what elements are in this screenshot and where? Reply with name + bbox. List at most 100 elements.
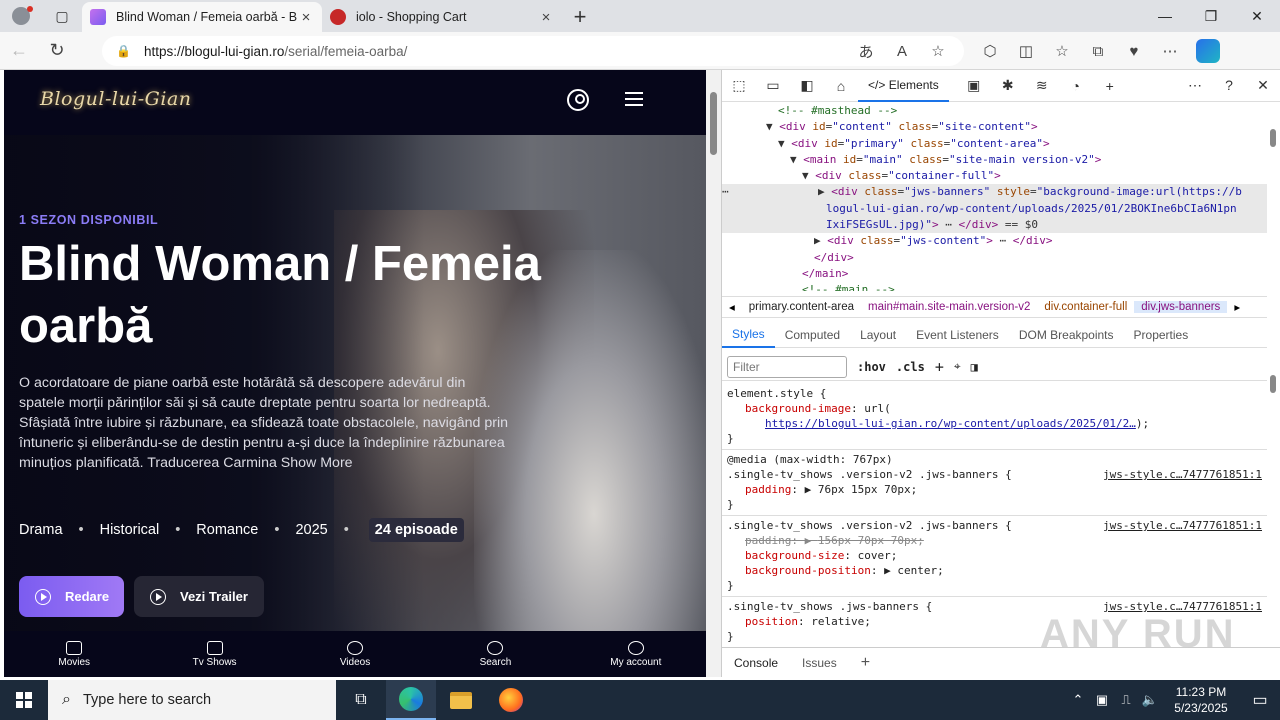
play-button[interactable]: Redare [19,576,124,617]
close-devtools-icon[interactable]: ✕ [1246,77,1280,94]
more-menu-icon[interactable]: ⋯ [1152,42,1188,60]
property-value[interactable]: url( [864,402,891,415]
tab-elements[interactable]: </> Elements [858,70,949,102]
site-logo[interactable]: Blogul-lui-Gian [40,88,192,110]
restore-icon[interactable]: ❐ [1188,0,1234,32]
crumb-scroll-right-icon[interactable]: ▸ [1227,300,1247,314]
crumb-scroll-left-icon[interactable]: ◂ [722,300,742,314]
task-view-icon[interactable]: ⧉ [336,680,386,720]
new-rule-icon[interactable]: + [935,358,944,376]
property-value[interactable]: 76px 15px 70px; [818,483,917,496]
network-icon[interactable]: ⎍ [1114,692,1138,708]
dom-node[interactable]: ▼ <div class="container-full"> [722,168,1267,184]
browser-essentials-icon[interactable]: ♥ [1116,43,1152,60]
dom-node[interactable]: ▼ <div id="content" class="site-content"… [722,119,1267,135]
split-screen-icon[interactable]: ◫ [1008,42,1044,60]
taskbar-search[interactable]: ⌕ Type here to search [48,680,336,720]
edge-taskbar-icon[interactable] [386,680,436,720]
trailer-button[interactable]: Vezi Trailer [134,576,264,617]
add-drawer-tab-icon[interactable]: + [849,654,882,672]
dock-icon[interactable]: ◧ [790,77,824,94]
property-name[interactable]: background-size [745,549,844,562]
tab-properties[interactable]: Properties [1124,328,1199,342]
property-name[interactable]: background-image [745,402,851,415]
more-tools-icon[interactable]: ⋯ [1178,77,1212,94]
performance-icon[interactable]: ◔ [1059,78,1093,94]
source-link[interactable]: jws-style.c…7477761851:1 [1103,467,1262,482]
genre-tag[interactable]: Romance [196,522,258,538]
refresh-icon[interactable]: ↻ [38,32,76,70]
dom-node-selected[interactable]: logul-lui-gian.ro/wp-content/uploads/202… [722,200,1267,218]
close-tab-icon[interactable]: × [298,9,314,26]
breadcrumb-item[interactable]: main#main.site-main.version-v2 [861,301,1037,313]
property-value[interactable]: 156px 70px 70px; [818,534,924,547]
property-value[interactable]: center; [897,564,943,577]
dom-node[interactable]: ▼ <main id="main" class="site-main versi… [722,152,1267,168]
network-icon[interactable]: ≋ [1025,77,1059,94]
nav-movies[interactable]: Movies [4,631,144,677]
dom-node[interactable]: ▶ <div class="jws-content"> ⋯ </div> [722,233,1267,249]
cls-toggle[interactable]: .cls [896,360,925,374]
minimize-icon[interactable]: — [1142,0,1188,32]
breadcrumb-item[interactable]: primary.content-area [742,301,861,313]
tab-blind-woman[interactable]: Blind Woman / Femeia oarbă - B × [82,2,322,32]
scrollbar-thumb[interactable] [1270,129,1276,147]
breadcrumb-item-active[interactable]: div.jws-banners [1134,301,1228,313]
page-scrollbar[interactable] [706,70,721,677]
property-name[interactable]: position [745,615,798,628]
file-explorer-taskbar-icon[interactable] [436,680,486,720]
device-toolbar-icon[interactable]: ▭ [756,77,790,94]
dom-node-selected[interactable]: ⋯ ▶ <div class="jws-banners" style="backg… [722,184,1267,201]
copilot-icon[interactable] [1196,39,1220,63]
rendering-emulation-icon[interactable]: ⌖ [954,359,961,374]
dom-node-selected[interactable]: IxiFSEGsUL.jpg)"> ⋯ </div> == $0 [722,217,1267,234]
translate-icon[interactable]: あ [848,41,884,62]
dom-node[interactable]: ▼ <div id="primary" class="content-area"… [722,136,1267,152]
extensions-icon[interactable]: ⬡ [972,42,1008,60]
clock[interactable]: 11:23 PM 5/23/2025 [1162,684,1240,716]
nav-tv-shows[interactable]: Tv Shows [144,631,284,677]
url-field[interactable]: 🔒 https://blogul-lui-gian.ro/serial/feme… [102,36,964,66]
styles-scrollbar[interactable] [1266,355,1280,637]
tab-iolo-cart[interactable]: iolo - Shopping Cart × [322,2,562,32]
property-name[interactable]: padding [745,483,791,496]
tab-styles[interactable]: Styles [722,322,775,348]
start-button[interactable] [0,680,48,720]
tab-dom-breakpoints[interactable]: DOM Breakpoints [1009,328,1124,342]
inspect-icon[interactable]: ⬚ [722,77,756,94]
hov-toggle[interactable]: :hov [857,360,886,374]
nav-videos[interactable]: Videos [285,631,425,677]
property-value[interactable]: cover; [858,549,898,562]
favorites-icon[interactable]: ☆ [1044,42,1080,60]
breadcrumb-item[interactable]: div.container-full [1037,301,1134,313]
tray-overflow-icon[interactable]: ⌃ [1066,692,1090,708]
close-tab-icon[interactable]: × [538,9,554,26]
volume-icon[interactable]: 🔈 [1138,692,1162,708]
bug-icon[interactable]: ✱ [991,77,1025,94]
scrollbar-thumb[interactable] [710,92,717,155]
hamburger-menu-icon[interactable] [625,92,643,106]
help-icon[interactable]: ? [1212,77,1246,94]
read-aloud-icon[interactable]: A [884,43,920,60]
back-icon[interactable]: ← [0,32,38,70]
scrollbar-thumb[interactable] [1270,375,1276,393]
tab-issues[interactable]: Issues [790,656,849,670]
add-tool-icon[interactable]: + [1093,78,1127,94]
profile-button[interactable] [0,0,42,32]
console-icon[interactable]: ▣ [957,77,991,94]
tab-computed[interactable]: Computed [775,328,850,342]
dom-node[interactable]: </main> [722,266,1267,282]
genre-tag[interactable]: Drama [19,522,63,538]
close-window-icon[interactable]: ✕ [1234,0,1280,32]
dom-scrollbar[interactable] [1266,103,1280,291]
collections-icon[interactable]: ⧉ [1080,43,1116,60]
tab-actions-icon[interactable]: ▢ [42,0,82,32]
tab-layout[interactable]: Layout [850,328,906,342]
property-name[interactable]: background-position [745,564,871,577]
firefox-taskbar-icon[interactable] [486,680,536,720]
nav-search[interactable]: Search [425,631,565,677]
nav-my-account[interactable]: My account [566,631,706,677]
genre-tag[interactable]: Historical [100,522,160,538]
notifications-icon[interactable]: ▭ [1240,690,1280,710]
favorite-star-icon[interactable]: ☆ [920,42,956,60]
